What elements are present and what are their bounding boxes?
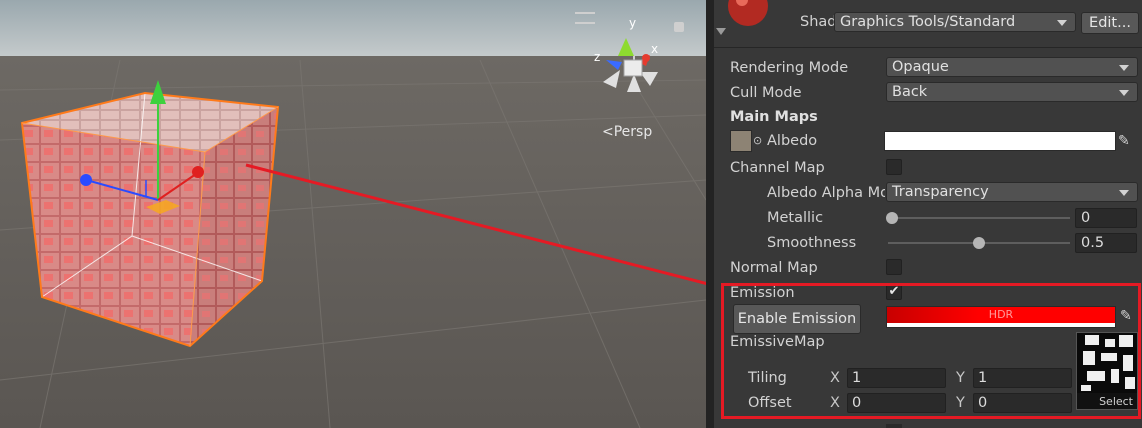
metallic-label: Metallic bbox=[767, 210, 824, 226]
next-row-partial bbox=[730, 422, 830, 428]
normal-map-row: Normal Map bbox=[714, 257, 1142, 279]
enable-emission-button[interactable]: Enable Emission bbox=[733, 304, 861, 334]
albedo-alpha-row: Albedo Alpha Mo Transparency bbox=[714, 182, 1142, 204]
cull-mode-value: Back bbox=[892, 84, 928, 100]
albedo-color-field[interactable] bbox=[884, 131, 1116, 151]
gizmo-z-label: z bbox=[594, 50, 600, 64]
albedo-alpha-dropdown[interactable]: Transparency bbox=[886, 182, 1138, 202]
cull-mode-label: Cull Mode bbox=[730, 85, 802, 101]
eyedropper-icon[interactable]: ✎ bbox=[1120, 308, 1138, 326]
albedo-row: ⊙ Albedo ✎ bbox=[714, 130, 1142, 152]
tiling-y-field[interactable]: 1 bbox=[973, 368, 1072, 388]
chevron-down-icon bbox=[1057, 20, 1067, 26]
persp-label: Persp bbox=[613, 124, 653, 140]
smoothness-row: Smoothness 0.5 bbox=[714, 232, 1142, 254]
emission-label: Emission bbox=[730, 285, 795, 301]
smoothness-label: Smoothness bbox=[767, 235, 857, 251]
albedo-label: Albedo bbox=[767, 133, 818, 149]
gizmo-y-label: y bbox=[629, 16, 636, 30]
persp-toggle[interactable]: <Persp bbox=[602, 124, 652, 140]
cull-mode-dropdown[interactable]: Back bbox=[886, 82, 1138, 102]
cull-mode-row: Cull Mode Back bbox=[714, 82, 1142, 104]
offset-row: Offset X 0 Y 0 bbox=[714, 392, 1074, 414]
hdr-label: HDR bbox=[988, 308, 1014, 321]
lock-icon[interactable] bbox=[674, 22, 684, 32]
main-maps-row: Main Maps bbox=[714, 106, 1142, 128]
select-texture-button[interactable]: Select bbox=[1099, 395, 1133, 408]
chevron-down-icon bbox=[1119, 90, 1129, 96]
channel-map-row: Channel Map bbox=[714, 157, 1142, 179]
panel-divider[interactable] bbox=[706, 0, 714, 428]
albedo-alpha-value: Transparency bbox=[892, 184, 989, 200]
inspector-panel: Shader Graphics Tools/Standard Edit... R… bbox=[714, 0, 1142, 428]
tiling-label: Tiling bbox=[748, 370, 787, 386]
emissive-texture-preview bbox=[1077, 333, 1137, 393]
edit-shader-button[interactable]: Edit... bbox=[1081, 12, 1139, 34]
metallic-row: Metallic 0 bbox=[714, 207, 1142, 229]
tiling-x-axis-label: X bbox=[830, 370, 840, 386]
emissive-map-thumbnail[interactable]: Select bbox=[1076, 332, 1138, 410]
offset-x-field[interactable]: 0 bbox=[847, 393, 946, 413]
gizmo-x-label: x bbox=[651, 42, 658, 56]
normal-map-checkbox[interactable] bbox=[886, 259, 902, 275]
material-header: Shader Graphics Tools/Standard Edit... bbox=[714, 0, 1142, 46]
target-icon[interactable]: ⊙ bbox=[753, 130, 762, 152]
emissive-map-label: EmissiveMap bbox=[730, 334, 825, 350]
channel-map-checkbox[interactable] bbox=[886, 159, 902, 175]
emission-alpha-bar bbox=[887, 323, 1115, 327]
channel-map-label: Channel Map bbox=[730, 160, 825, 176]
chevron-down-icon bbox=[1119, 65, 1129, 71]
offset-label: Offset bbox=[748, 395, 792, 411]
next-row-checkbox-partial[interactable] bbox=[886, 424, 902, 428]
metallic-slider[interactable] bbox=[888, 217, 1070, 219]
shader-value: Graphics Tools/Standard bbox=[840, 14, 1016, 30]
eyedropper-icon[interactable]: ✎ bbox=[1118, 130, 1136, 149]
normal-map-label: Normal Map bbox=[730, 260, 818, 276]
main-maps-heading: Main Maps bbox=[730, 109, 818, 125]
tiling-y-axis-label: Y bbox=[956, 370, 965, 386]
albedo-alpha-label: Albedo Alpha Mo bbox=[767, 185, 885, 201]
shader-dropdown[interactable]: Graphics Tools/Standard bbox=[834, 12, 1076, 32]
metallic-slider-handle[interactable] bbox=[886, 212, 898, 224]
chevron-down-icon bbox=[1119, 190, 1129, 196]
scene-canvas[interactable]: y z x bbox=[0, 0, 706, 428]
smoothness-field[interactable]: 0.5 bbox=[1075, 233, 1137, 253]
scene-view[interactable]: y z x <Persp bbox=[0, 0, 706, 428]
offset-x-axis-label: X bbox=[830, 395, 840, 411]
rendering-mode-label: Rendering Mode bbox=[730, 60, 849, 76]
emission-checkbox[interactable]: ✔ bbox=[886, 284, 902, 300]
tiling-row: Tiling X 1 Y 1 bbox=[714, 367, 1074, 389]
rendering-mode-dropdown[interactable]: Opaque bbox=[886, 57, 1138, 77]
scene-menu-icon[interactable] bbox=[575, 12, 595, 24]
offset-y-axis-label: Y bbox=[956, 395, 965, 411]
albedo-texture-thumbnail[interactable] bbox=[730, 130, 752, 152]
rendering-mode-row: Rendering Mode Opaque bbox=[714, 57, 1142, 79]
foldout-arrow-icon[interactable] bbox=[716, 28, 726, 35]
persp-icon: < bbox=[602, 124, 614, 140]
metallic-field[interactable]: 0 bbox=[1075, 208, 1137, 228]
header-separator bbox=[714, 47, 1142, 48]
offset-y-field[interactable]: 0 bbox=[973, 393, 1072, 413]
emission-row: Emission ✔ bbox=[714, 282, 1142, 304]
tiling-x-field[interactable]: 1 bbox=[847, 368, 946, 388]
emission-color-field[interactable]: HDR bbox=[886, 306, 1116, 328]
material-preview-icon bbox=[728, 0, 768, 26]
smoothness-slider-handle[interactable] bbox=[973, 237, 985, 249]
rendering-mode-value: Opaque bbox=[892, 59, 949, 75]
